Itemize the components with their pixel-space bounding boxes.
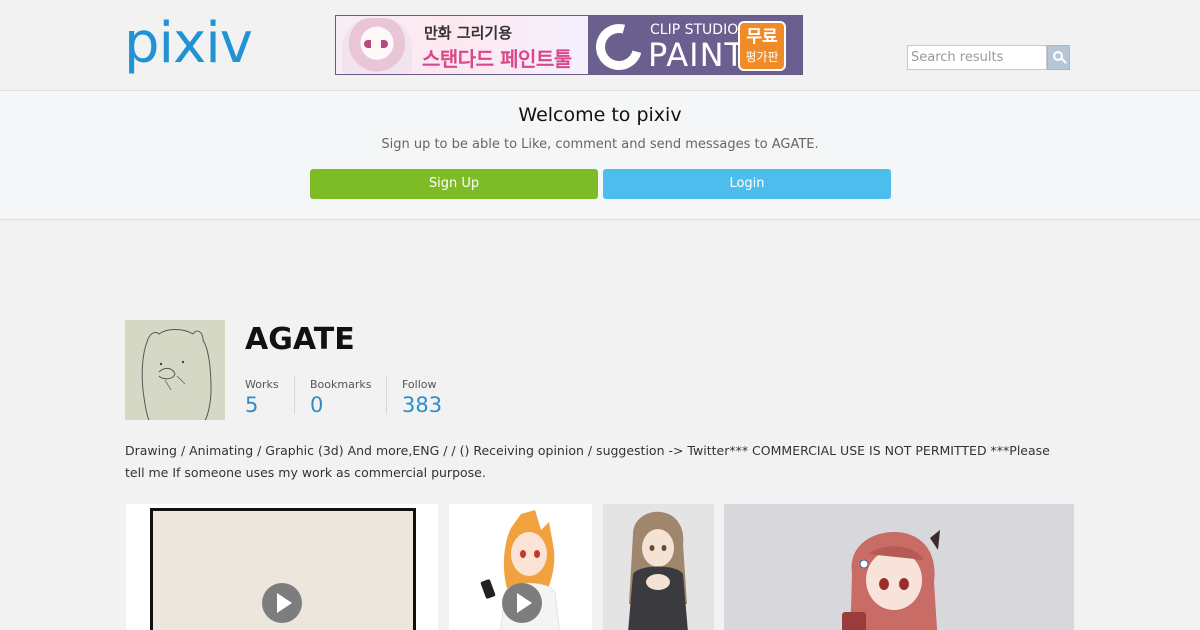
stat-follow-label: Follow — [402, 378, 437, 391]
stat-bookmarks-label: Bookmarks — [310, 378, 372, 391]
stat-works-value: 5 — [245, 393, 259, 417]
stat-works[interactable]: Works 5 — [245, 378, 279, 417]
clip-studio-logo-icon — [587, 16, 651, 74]
ad-text-line2: 스탠다드 페인트툴 — [422, 47, 572, 71]
work-thumbnail[interactable] — [603, 504, 714, 630]
play-icon — [502, 583, 542, 623]
ad-character-image — [342, 18, 412, 74]
stat-divider — [386, 376, 387, 414]
stat-follow[interactable]: Follow 383 — [402, 378, 442, 417]
work-thumbnail[interactable] — [724, 504, 1074, 630]
work-thumbnail[interactable] — [449, 504, 592, 630]
play-icon — [262, 583, 302, 623]
ad-badge-line1: 무료 — [746, 27, 778, 47]
profile-bio: Drawing / Animating / Graphic (3d) And m… — [125, 443, 1050, 480]
welcome-subtitle: Sign up to be able to Like, comment and … — [381, 137, 819, 152]
ad-banner-right: CLIP STUDIO PAINT 무료 평가판 — [587, 16, 802, 74]
stat-bookmarks[interactable]: Bookmarks 0 — [310, 378, 372, 417]
search-button[interactable] — [1047, 45, 1070, 70]
welcome-title: Welcome to pixiv — [518, 104, 682, 126]
stat-follow-value: 383 — [402, 393, 443, 417]
site-header: pixiv 만화 그리기용 스탠다드 페인트툴 CLIP STUDIO PAIN… — [0, 0, 1200, 91]
pixiv-logo[interactable]: pixiv — [124, 14, 253, 74]
ad-badge-line2: 평가판 — [745, 50, 779, 64]
search-icon-handle — [1061, 58, 1067, 64]
ad-text-line1: 만화 그리기용 — [424, 24, 513, 42]
login-button[interactable]: Login — [603, 169, 891, 199]
profile-username: AGATE — [245, 322, 355, 357]
ad-banner[interactable]: 만화 그리기용 스탠다드 페인트툴 CLIP STUDIO PAINT 무료 평… — [335, 15, 803, 75]
search-input[interactable]: Search results — [907, 45, 1047, 70]
work-thumbnail-image — [603, 504, 714, 630]
ad-brand-large: PAINT — [648, 36, 746, 74]
work-thumbnail-image — [724, 504, 1074, 630]
avatar[interactable] — [125, 320, 225, 420]
welcome-banner: Welcome to pixiv Sign up to be able to L… — [0, 91, 1200, 220]
ad-free-trial-badge: 무료 평가판 — [738, 21, 786, 71]
stat-divider — [294, 376, 295, 414]
ad-banner-left: 만화 그리기용 스탠다드 페인트툴 — [336, 16, 588, 74]
stat-bookmarks-value: 0 — [310, 393, 324, 417]
stat-works-label: Works — [245, 378, 279, 391]
sign-up-button[interactable]: Sign Up — [310, 169, 598, 199]
work-thumbnail[interactable] — [126, 504, 438, 630]
